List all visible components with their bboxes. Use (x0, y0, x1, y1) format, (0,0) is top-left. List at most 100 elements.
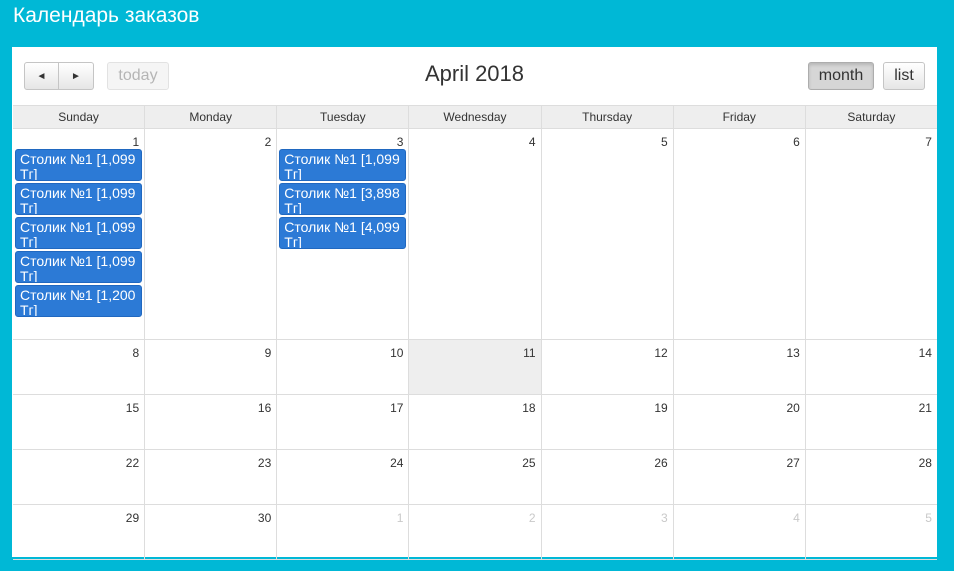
day-number[interactable]: 4 (529, 135, 536, 149)
day-cell[interactable]: 9 (144, 340, 276, 394)
day-number[interactable]: 29 (126, 511, 139, 525)
day-cell[interactable]: 24 (276, 450, 408, 504)
day-number[interactable]: 1 (132, 135, 139, 149)
day-number[interactable]: 14 (919, 346, 932, 360)
day-cell[interactable]: 12 (540, 340, 673, 394)
day-number[interactable]: 20 (786, 401, 799, 415)
day-number[interactable]: 1 (397, 511, 404, 525)
day-number[interactable]: 10 (390, 346, 403, 360)
app-title: Календарь заказов (13, 4, 200, 27)
day-cell[interactable]: 10 (276, 340, 408, 394)
day-cell[interactable]: 18 (408, 395, 540, 449)
day-cell[interactable]: 6 (672, 129, 805, 339)
day-cell[interactable]: 2 (408, 505, 540, 559)
day-number[interactable]: 12 (654, 346, 667, 360)
week-row: 1 Столик №1 [1,099 Тг] Столик №1 [1,099 Тг… (13, 129, 937, 340)
dow-friday: Friday (672, 106, 805, 128)
day-number[interactable]: 16 (258, 401, 271, 415)
day-cell[interactable]: 5 (540, 129, 673, 339)
day-number[interactable]: 4 (793, 511, 800, 525)
day-cell[interactable]: 20 (672, 395, 805, 449)
day-number[interactable]: 2 (265, 135, 272, 149)
calendar-panel: ◄ ► today April 2018 month list Sunday M… (12, 47, 937, 560)
day-cell[interactable]: 14 (804, 340, 937, 394)
day-cell[interactable]: 11 (408, 340, 541, 394)
day-cell[interactable]: 22 (13, 450, 144, 504)
day-number[interactable]: 30 (258, 511, 271, 525)
day-cell[interactable]: 1 (276, 505, 408, 559)
day-cell[interactable]: 17 (276, 395, 408, 449)
calendar-event[interactable]: Столик №1 [1,099 Тг] (15, 149, 143, 181)
day-number[interactable]: 27 (786, 456, 799, 470)
day-cell[interactable]: 8 (13, 340, 144, 394)
day-number[interactable]: 18 (522, 401, 535, 415)
calendar-event[interactable]: Столик №1 [1,099 Тг] (15, 251, 143, 283)
month-grid: Sunday Monday Tuesday Wednesday Thursday… (13, 105, 937, 560)
calendar-event[interactable]: Столик №1 [3,898 Тг] (279, 183, 407, 215)
day-cell[interactable]: 27 (672, 450, 805, 504)
day-number[interactable]: 6 (793, 135, 800, 149)
day-number[interactable]: 8 (132, 346, 139, 360)
day-number[interactable]: 13 (786, 346, 799, 360)
day-cell[interactable]: 4 (672, 505, 805, 559)
day-cell[interactable]: 1 Столик №1 [1,099 Тг] Столик №1 [1,099 Тг… (13, 129, 144, 339)
calendar-event[interactable]: Столик №1 [1,099 Тг] (15, 183, 143, 215)
day-number[interactable]: 21 (919, 401, 932, 415)
event-list: Столик №1 [1,099 Тг] Столик №1 [1,099 Тг]… (15, 149, 143, 319)
dow-saturday: Saturday (804, 106, 937, 128)
day-number[interactable]: 3 (661, 511, 668, 525)
calendar-event[interactable]: Столик №1 [1,099 Тг] (15, 217, 143, 249)
day-cell[interactable]: 23 (144, 450, 276, 504)
day-number[interactable]: 17 (390, 401, 403, 415)
calendar-toolbar: ◄ ► today April 2018 month list (12, 47, 937, 105)
day-cell[interactable]: 29 (13, 505, 144, 559)
day-cell[interactable]: 5 (804, 505, 937, 559)
dow-monday: Monday (144, 106, 276, 128)
day-cell[interactable]: 4 (408, 129, 540, 339)
week-row: 8 9 10 11 12 13 14 (13, 340, 937, 395)
day-cell[interactable]: 28 (804, 450, 937, 504)
day-number[interactable]: 23 (258, 456, 271, 470)
day-cell[interactable]: 30 (144, 505, 276, 559)
day-number[interactable]: 22 (126, 456, 139, 470)
calendar-event[interactable]: Столик №1 [1,200 Тг] (15, 285, 143, 317)
calendar-event[interactable]: Столик №1 [4,099 Тг] (279, 217, 407, 249)
day-number[interactable]: 2 (529, 511, 536, 525)
day-cell[interactable]: 19 (540, 395, 673, 449)
month-view-button[interactable]: month (808, 62, 874, 90)
week-row: 22 23 24 25 26 27 28 (13, 450, 937, 505)
day-cell[interactable]: 13 (672, 340, 805, 394)
day-number[interactable]: 19 (654, 401, 667, 415)
app-frame: Календарь заказов ◄ ► today April 2018 m… (0, 0, 954, 571)
dow-tuesday: Tuesday (276, 106, 408, 128)
day-cell[interactable]: 3 (540, 505, 673, 559)
day-number[interactable]: 28 (919, 456, 932, 470)
dow-sunday: Sunday (58, 110, 99, 124)
weeks-container: 1 Столик №1 [1,099 Тг] Столик №1 [1,099 Тг… (13, 129, 937, 560)
day-cell[interactable]: 26 (540, 450, 673, 504)
day-cell[interactable]: 25 (408, 450, 540, 504)
day-cell[interactable]: 3 Столик №1 [1,099 Тг] Столик №1 [3,898 Тг… (276, 129, 408, 339)
day-cell[interactable]: 2 (144, 129, 276, 339)
day-number[interactable]: 25 (522, 456, 535, 470)
calendar-title: April 2018 (424, 61, 525, 86)
day-number[interactable]: 15 (126, 401, 139, 415)
day-number[interactable]: 7 (925, 135, 932, 149)
day-number[interactable]: 24 (390, 456, 403, 470)
day-cell[interactable]: 16 (144, 395, 276, 449)
event-list: Столик №1 [1,099 Тг] Столик №1 [3,898 Тг]… (279, 149, 407, 251)
day-number[interactable]: 26 (654, 456, 667, 470)
day-cell[interactable]: 15 (13, 395, 144, 449)
day-number[interactable]: 5 (925, 511, 932, 525)
day-number[interactable]: 5 (661, 135, 668, 149)
day-number[interactable]: 9 (265, 346, 272, 360)
week-row: 15 16 17 18 19 20 21 (13, 395, 937, 450)
dow-wednesday: Wednesday (408, 106, 540, 128)
day-cell[interactable]: 21 (804, 395, 937, 449)
dow-thursday: Thursday (540, 106, 673, 128)
list-view-button[interactable]: list (883, 62, 925, 90)
day-number[interactable]: 11 (523, 346, 535, 360)
day-number[interactable]: 3 (397, 135, 404, 149)
calendar-event[interactable]: Столик №1 [1,099 Тг] (279, 149, 407, 181)
day-cell[interactable]: 7 (804, 129, 937, 339)
